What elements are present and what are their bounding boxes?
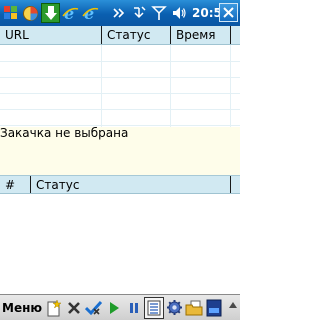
column-header-time[interactable]: Время: [170, 26, 230, 44]
pie-chart-icon[interactable]: [21, 3, 40, 23]
pause-button[interactable]: [124, 297, 144, 319]
close-button[interactable]: [219, 3, 238, 22]
ie-icon[interactable]: e: [61, 3, 80, 23]
menu-bar: Меню: [0, 294, 240, 320]
check-button[interactable]: [84, 297, 104, 319]
column-header-extra[interactable]: [230, 26, 240, 44]
status-bar: e e 20:51: [0, 0, 240, 26]
ie-icon[interactable]: e: [81, 3, 100, 23]
folder-button[interactable]: [184, 297, 204, 319]
close-icon: [223, 7, 234, 18]
column-header-extra[interactable]: [230, 176, 240, 193]
settings-button[interactable]: [164, 297, 184, 319]
new-download-button[interactable]: [44, 297, 64, 319]
menu-button[interactable]: Меню: [0, 301, 42, 315]
settings-icon: [166, 300, 182, 315]
column-header-url[interactable]: URL: [0, 26, 101, 44]
segments-list-header: # Статус: [0, 175, 240, 194]
column-header-number[interactable]: #: [0, 176, 30, 193]
chevron-more-icon[interactable]: [109, 3, 128, 23]
downloads-list-header: URL Статус Время: [0, 26, 240, 45]
details-view-button[interactable]: [144, 296, 165, 319]
play-icon: [110, 301, 120, 314]
vga-icon: [206, 299, 222, 316]
download-arrow-icon[interactable]: [41, 3, 60, 23]
pause-icon: [130, 302, 139, 313]
downloads-list[interactable]: [0, 45, 240, 127]
delete-icon: [68, 301, 80, 314]
no-download-selected-text: Закачка не выбрана: [0, 126, 129, 140]
folder-icon: [185, 300, 203, 315]
start-flag-icon[interactable]: [1, 3, 20, 23]
column-header-status[interactable]: Статус: [101, 26, 170, 44]
delete-button[interactable]: [64, 297, 84, 319]
column-header-segment-status[interactable]: Статус: [30, 176, 230, 193]
segments-list[interactable]: [0, 194, 240, 300]
menu-up-arrow-icon[interactable]: [229, 302, 237, 308]
signal-icon[interactable]: [149, 3, 168, 23]
network-icon[interactable]: [129, 3, 148, 23]
new-download-icon: [47, 298, 62, 316]
check-icon: [85, 300, 103, 315]
start-button[interactable]: [104, 297, 124, 319]
download-info-pane: Закачка не выбрана: [0, 126, 240, 175]
notification-tray: 20:51: [108, 0, 230, 26]
volume-icon[interactable]: [169, 3, 188, 23]
vga-button[interactable]: [204, 297, 224, 319]
details-view-icon: [147, 300, 161, 315]
